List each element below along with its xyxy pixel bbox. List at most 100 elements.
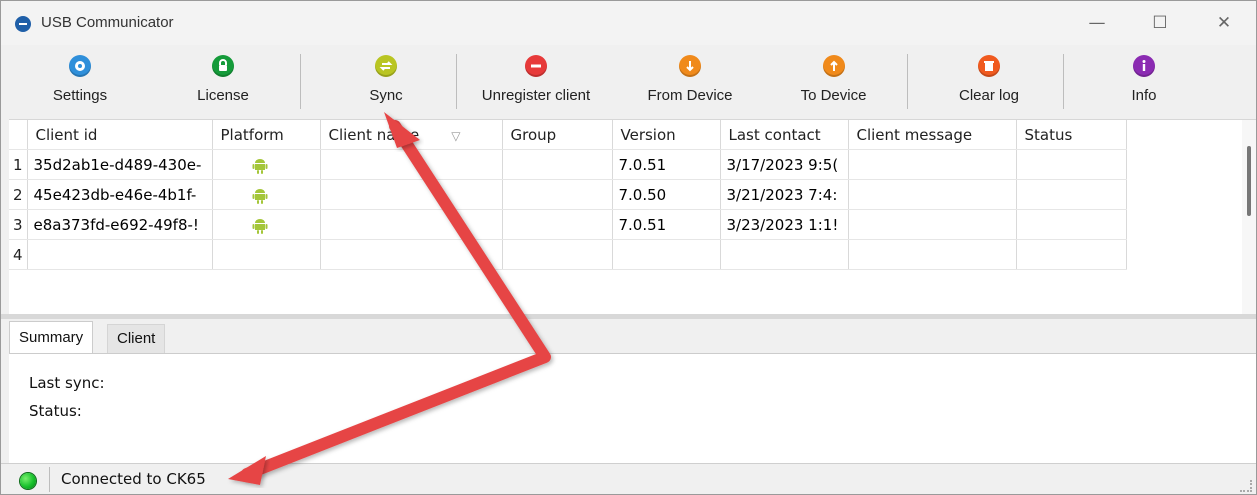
version-cell[interactable] — [612, 239, 721, 270]
column-header-client-name[interactable]: Client name ▽ — [320, 120, 503, 150]
sync-label: Sync — [369, 87, 403, 104]
app-icon — [15, 16, 31, 32]
toolbar-separator — [300, 54, 301, 109]
android-icon — [251, 156, 269, 176]
column-header-client-id[interactable]: Client id — [27, 120, 213, 150]
group-cell[interactable] — [502, 209, 613, 240]
settings-label: Settings — [52, 87, 108, 104]
table-row[interactable]: 3 e8a373fd-e692-49f8-! 7.0.51 3/23/2023 … — [9, 209, 1127, 240]
status-cell[interactable] — [1016, 179, 1127, 210]
client-id-cell[interactable]: 35d2ab1e-d489-430e- — [27, 149, 213, 180]
platform-cell[interactable] — [212, 179, 321, 210]
sync-icon — [375, 55, 397, 77]
column-header-platform[interactable]: Platform — [212, 120, 321, 150]
title-bar: USB Communicator — ☐ ✕ — [1, 1, 1256, 45]
column-header-status[interactable]: Status — [1016, 120, 1127, 150]
client-name-cell[interactable] — [320, 179, 503, 210]
upload-icon — [822, 55, 845, 77]
column-header-version[interactable]: Version — [612, 120, 721, 150]
status-cell[interactable] — [1016, 149, 1127, 180]
status-bar: Connected to CK65 — [1, 463, 1256, 494]
column-header-last-contact[interactable]: Last contact — [720, 120, 849, 150]
settings-button[interactable]: Settings — [41, 52, 119, 112]
client-name-cell[interactable] — [320, 239, 503, 270]
last-contact-cell[interactable] — [720, 239, 849, 270]
column-header-client-message[interactable]: Client message — [848, 120, 1017, 150]
client-id-cell[interactable]: e8a373fd-e692-49f8-! — [27, 209, 213, 240]
sync-button[interactable]: Sync — [346, 52, 426, 112]
client-id-cell[interactable] — [27, 239, 213, 270]
version-cell[interactable]: 7.0.51 — [612, 209, 721, 240]
client-name-header-label: Client name — [328, 125, 420, 144]
clear-log-button[interactable]: Clear log — [949, 52, 1029, 112]
platform-cell[interactable] — [212, 209, 321, 240]
to-device-label: To Device — [800, 87, 867, 104]
tab-summary[interactable]: Summary — [9, 321, 94, 354]
row-number: 4 — [9, 239, 28, 270]
table-header-row: Client id Platform Client name ▽ Group Ve… — [9, 120, 1127, 150]
to-device-button[interactable]: To Device — [791, 52, 876, 112]
window-title: USB Communicator — [41, 14, 174, 31]
client-name-cell[interactable] — [320, 149, 503, 180]
minimize-button[interactable]: — — [1085, 11, 1109, 35]
version-cell[interactable]: 7.0.50 — [612, 179, 721, 210]
status-cell[interactable] — [1016, 239, 1127, 270]
last-sync-label: Last sync: — [29, 374, 105, 392]
connection-status-icon — [20, 473, 36, 489]
column-header-group[interactable]: Group — [502, 120, 613, 150]
unregister-client-button[interactable]: Unregister client — [467, 52, 605, 112]
from-device-label: From Device — [647, 87, 733, 104]
client-message-cell[interactable] — [848, 179, 1017, 210]
android-icon — [251, 186, 269, 206]
close-button[interactable]: ✕ — [1212, 11, 1236, 35]
group-cell[interactable] — [502, 179, 613, 210]
clients-grid: Client id Platform Client name ▽ Group Ve… — [9, 119, 1256, 315]
table-row[interactable]: 2 45e423db-e46e-4b1f- 7.0.50 3/21/2023 7… — [9, 179, 1127, 210]
license-label: License — [197, 87, 249, 104]
info-button[interactable]: Info — [1125, 52, 1163, 112]
tab-client-log[interactable]: Client Log — [107, 324, 166, 375]
group-cell[interactable] — [502, 149, 613, 180]
summary-panel: Last sync: Status: — [9, 353, 1256, 463]
platform-cell[interactable] — [212, 239, 321, 270]
maximize-button[interactable]: ☐ — [1148, 11, 1172, 35]
client-message-cell[interactable] — [848, 239, 1017, 270]
toolbar-separator — [456, 54, 457, 109]
scrollbar-thumb[interactable] — [1247, 146, 1251, 216]
clients-table: Client id Platform Client name ▽ Group Ve… — [9, 120, 1127, 270]
status-cell[interactable] — [1016, 209, 1127, 240]
client-name-cell[interactable] — [320, 209, 503, 240]
license-button[interactable]: License — [186, 52, 260, 112]
client-id-cell[interactable]: 45e423db-e46e-4b1f- — [27, 179, 213, 210]
version-cell[interactable]: 7.0.51 — [612, 149, 721, 180]
vertical-scrollbar[interactable] — [1242, 120, 1256, 315]
last-contact-cell[interactable]: 3/17/2023 9:5( — [720, 149, 849, 180]
info-icon — [1133, 55, 1155, 77]
last-contact-cell[interactable]: 3/23/2023 1:1! — [720, 209, 849, 240]
row-number: 1 — [9, 149, 28, 180]
client-message-cell[interactable] — [848, 149, 1017, 180]
filter-icon[interactable]: ▽ — [451, 129, 460, 143]
gear-icon — [69, 55, 91, 77]
toolbar: Settings License Sync Unregister client — [1, 45, 1256, 117]
client-message-cell[interactable] — [848, 209, 1017, 240]
toolbar-separator — [907, 54, 908, 109]
download-icon — [679, 55, 701, 77]
row-number: 3 — [9, 209, 28, 240]
platform-cell[interactable] — [212, 149, 321, 180]
status-label: Status: — [29, 402, 82, 420]
lock-icon — [212, 55, 234, 77]
last-contact-cell[interactable]: 3/21/2023 7:4: — [720, 179, 849, 210]
toolbar-separator — [1063, 54, 1064, 109]
info-label: Info — [1131, 87, 1157, 104]
trash-icon — [978, 55, 1000, 77]
pane-splitter[interactable] — [1, 314, 1256, 319]
table-row[interactable]: 4 — [9, 239, 1127, 270]
status-separator — [49, 467, 50, 492]
group-cell[interactable] — [502, 239, 613, 270]
connection-status-text: Connected to CK65 — [61, 470, 206, 488]
unregister-client-label: Unregister client — [481, 87, 591, 104]
from-device-button[interactable]: From Device — [635, 52, 745, 112]
resize-grip-icon[interactable] — [1240, 480, 1252, 492]
table-row[interactable]: 1 35d2ab1e-d489-430e- 7.0.51 3/17/2023 9… — [9, 149, 1127, 180]
